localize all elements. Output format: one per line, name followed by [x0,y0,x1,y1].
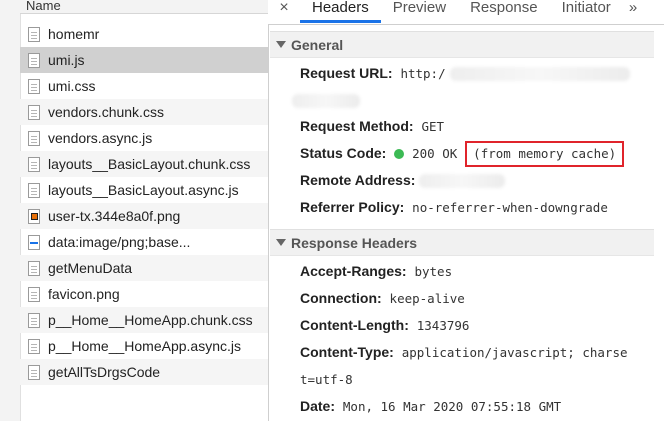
request-list-gutter [0,0,21,421]
response-header-row: Date: Mon, 16 Mar 2020 07:55:18 GMT [270,393,664,420]
document-icon [28,26,40,42]
document-icon [28,286,40,302]
header-key: Connection: [300,290,382,306]
expand-triangle-icon [276,41,286,48]
document-icon [28,104,40,120]
document-icon [28,312,40,328]
document-icon [28,364,40,380]
header-key: Content-Type: [300,344,394,360]
request-row-layouts-async-js[interactable]: layouts__BasicLayout.async.js [20,177,268,203]
request-row-getalltsdrgscode[interactable]: getAllTsDrgsCode [20,359,268,385]
tab-response[interactable]: Response [458,0,550,15]
remote-address-row: Remote Address: [270,167,664,194]
header-value[interactable]: application/javascript; charse [402,345,628,360]
status-code-row: Status Code: 200 OK (from memory cache) [270,140,664,167]
tab-headers[interactable]: Headers [300,0,381,23]
request-list: homemr umi.js umi.css vendors.chunk.css … [20,21,268,385]
request-name: vendors.chunk.css [48,104,164,120]
name-column-header[interactable]: Name [20,0,268,14]
request-row-homeapp-chunk-css[interactable]: p__Home__HomeApp.chunk.css [20,307,268,333]
request-name: vendors.async.js [48,130,153,146]
request-name: getMenuData [48,260,133,276]
request-row-vendors-chunk-css[interactable]: vendors.chunk.css [20,99,268,125]
header-key: Referrer Policy: [300,199,405,215]
request-url-row: Request URL: http:/ [270,60,664,87]
data-image-icon [28,234,40,250]
request-row-getmenudata[interactable]: getMenuData [20,255,268,281]
response-header-row: Content-Type: application/javascript; ch… [270,339,664,366]
header-value[interactable]: no-referrer-when-downgrade [412,200,608,215]
request-row-umi-css[interactable]: umi.css [20,73,268,99]
header-value[interactable]: bytes [414,264,452,279]
response-headers-section-header[interactable]: Response Headers [270,229,664,256]
header-key: Request Method: [300,118,414,134]
section-title: Response Headers [291,234,418,251]
request-row-data-image[interactable]: data:image/png;base... [20,229,268,255]
tab-initiator[interactable]: Initiator [550,0,623,15]
request-name: p__Home__HomeApp.async.js [48,338,241,354]
request-row-vendors-async-js[interactable]: vendors.async.js [20,125,268,151]
response-header-row: Accept-Ranges: bytes [270,258,664,285]
request-name: layouts__BasicLayout.chunk.css [48,156,251,172]
header-key: Date: [300,398,336,414]
document-icon [28,52,40,68]
header-value[interactable]: 200 OK [412,146,457,161]
request-row-user-tx-png[interactable]: user-tx.344e8a0f.png [20,203,268,229]
tab-preview[interactable]: Preview [381,0,458,15]
header-key: Remote Address: [300,172,416,188]
document-icon [28,338,40,354]
section-title: General [291,36,344,53]
request-name: homemr [48,26,100,42]
document-icon [28,156,40,172]
redacted-blur [292,94,360,109]
header-value[interactable]: GET [421,119,444,134]
detail-tabbar: × Headers Preview Response Initiator » [268,0,664,25]
request-list-pane: Name homemr umi.js umi.css vendors.chunk… [0,0,269,421]
request-name: layouts__BasicLayout.async.js [48,182,239,198]
request-row-homemr[interactable]: homemr [20,21,268,47]
header-value[interactable]: 1343796 [417,318,470,333]
header-key: Accept-Ranges: [300,263,407,279]
request-name: umi.css [48,78,96,94]
request-method-row: Request Method: GET [270,113,664,140]
status-ok-dot-icon [394,149,405,159]
request-name: favicon.png [48,286,120,302]
request-name: getAllTsDrgsCode [48,364,161,380]
detail-scrollbar[interactable] [654,25,664,421]
more-tabs-icon[interactable]: » [629,0,637,15]
headers-detail-panel: General Request URL: http:/ Request Meth… [270,25,664,421]
document-icon [28,130,40,146]
response-header-row: Connection: keep-alive [270,285,664,312]
header-key: Status Code: [300,145,387,161]
request-name: umi.js [48,52,85,68]
header-key: Content-Length: [300,317,409,333]
header-key: Request URL: [300,65,393,81]
redacted-blur [449,67,630,82]
request-url-continuation [270,87,664,113]
redacted-blur [419,174,506,189]
image-icon [28,208,40,224]
expand-triangle-icon [276,239,286,246]
header-value[interactable]: Mon, 16 Mar 2020 07:55:18 GMT [343,399,561,414]
request-name: data:image/png;base... [48,234,191,250]
request-name: user-tx.344e8a0f.png [48,208,181,224]
close-icon[interactable]: × [268,0,300,16]
request-name: p__Home__HomeApp.chunk.css [48,312,253,328]
general-section-header[interactable]: General [270,31,664,58]
request-row-umi-js[interactable]: umi.js [20,47,268,73]
document-icon [28,260,40,276]
document-icon [28,78,40,94]
header-value[interactable]: t=utf-8 [300,372,353,387]
response-header-continuation: t=utf-8 [270,366,664,393]
header-value[interactable]: http:/ [400,66,445,81]
request-row-favicon-png[interactable]: favicon.png [20,281,268,307]
header-value[interactable]: keep-alive [390,291,465,306]
response-header-row: Content-Length: 1343796 [270,312,664,339]
memory-cache-note: (from memory cache) [465,141,625,167]
document-icon [28,182,40,198]
request-row-homeapp-async-js[interactable]: p__Home__HomeApp.async.js [20,333,268,359]
referrer-policy-row: Referrer Policy: no-referrer-when-downgr… [270,194,664,221]
request-row-layouts-chunk-css[interactable]: layouts__BasicLayout.chunk.css [20,151,268,177]
